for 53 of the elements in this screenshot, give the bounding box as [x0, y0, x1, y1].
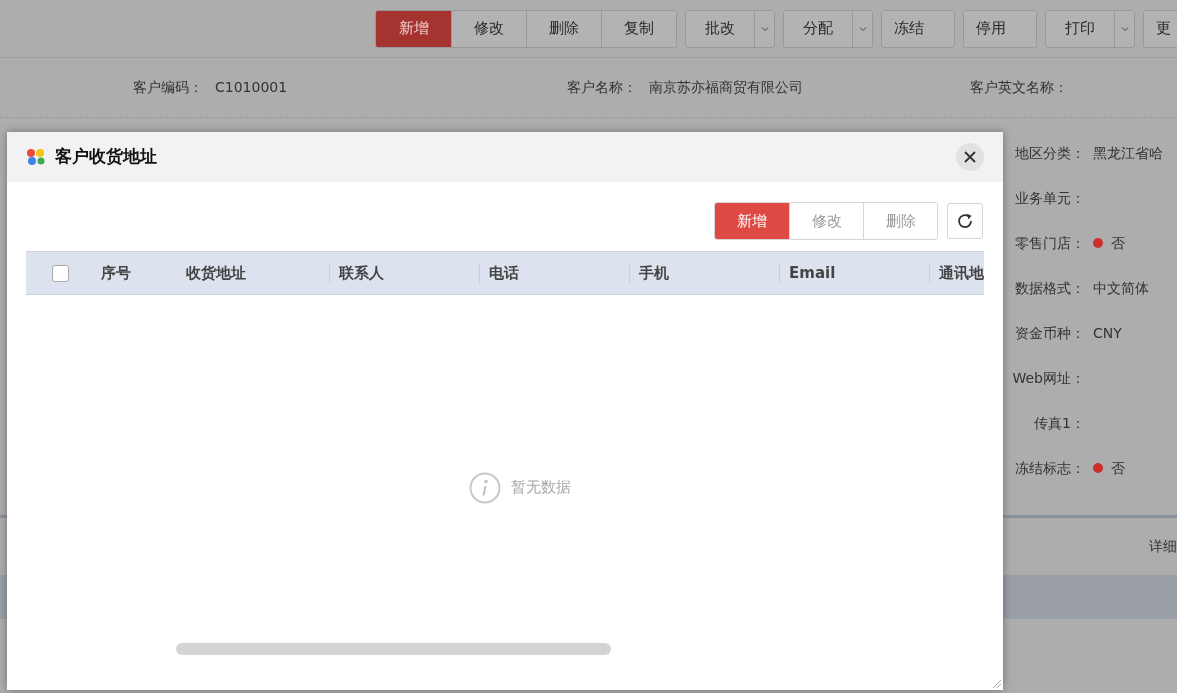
resize-grip-icon[interactable] [990, 677, 1002, 689]
toolbar-button[interactable]: 冻结 [882, 10, 954, 47]
scrollbar-thumb[interactable] [176, 643, 611, 655]
column-header: 手机 [639, 262, 669, 284]
select-all-checkbox[interactable] [51, 264, 69, 282]
field-value: 南京苏亦福商贸有限公司 [649, 78, 803, 97]
column-header: 序号 [101, 262, 131, 284]
toolbar-button[interactable]: 打印 [1046, 10, 1114, 47]
toolbar-button[interactable]: 删除 [526, 10, 601, 47]
empty-state-text: 暂无数据 [511, 477, 571, 499]
dropdown-button[interactable] [1114, 10, 1134, 47]
dialog-title: 客户收货地址 [55, 145, 157, 169]
field-value: 黑龙江省哈 [1093, 143, 1163, 163]
field-label: 资金币种： [1014, 323, 1085, 343]
field-label: 数据格式： [1014, 278, 1085, 298]
field-label: 地区分类： [1014, 143, 1085, 163]
column-header: 收货地址 [186, 262, 246, 284]
toolbar-button[interactable]: 停用 [964, 10, 1036, 47]
dialog-button[interactable]: 新增 [715, 203, 789, 239]
toolbar-button[interactable]: 复制 [601, 10, 676, 47]
caret-icon [760, 25, 769, 32]
column-header: Email [789, 262, 836, 284]
info-icon [469, 471, 501, 504]
field-value: 中文简体 [1093, 278, 1149, 298]
toolbar-button[interactable]: 更 [1144, 10, 1177, 47]
close-icon [963, 150, 977, 164]
field-value: 否 [1111, 233, 1125, 253]
field-value: CNY [1093, 323, 1122, 343]
caret-icon [858, 25, 867, 32]
field-label: 传真1： [1033, 413, 1085, 433]
field-label: Web网址： [1011, 368, 1085, 388]
column-header: 通讯地 [939, 262, 984, 284]
toolbar-button[interactable]: 新增 [376, 10, 451, 47]
dropdown-button[interactable] [754, 10, 774, 47]
toolbar-button[interactable]: 分配 [784, 10, 852, 47]
app-logo-icon [26, 147, 46, 167]
toolbar-button[interactable]: 批改 [686, 10, 754, 47]
field-value: C1010001 [215, 78, 288, 97]
field-label: 客户编码： [133, 78, 203, 97]
column-header: 电话 [489, 262, 519, 284]
column-header: 联系人 [339, 262, 384, 284]
field-label: 冻结标志： [1014, 458, 1085, 478]
field-label: 零售门店： [1014, 233, 1085, 253]
toolbar-button[interactable]: 修改 [451, 10, 526, 47]
refresh-icon [956, 212, 974, 230]
refresh-button[interactable] [947, 203, 983, 239]
dropdown-button[interactable] [852, 10, 872, 47]
close-button[interactable] [956, 143, 984, 171]
caret-icon [1120, 25, 1129, 32]
field-label: 客户英文名称： [970, 78, 1068, 97]
field-value: 否 [1111, 458, 1125, 478]
field-label: 业务单元： [1014, 188, 1085, 208]
field-label: 客户名称： [567, 78, 637, 97]
